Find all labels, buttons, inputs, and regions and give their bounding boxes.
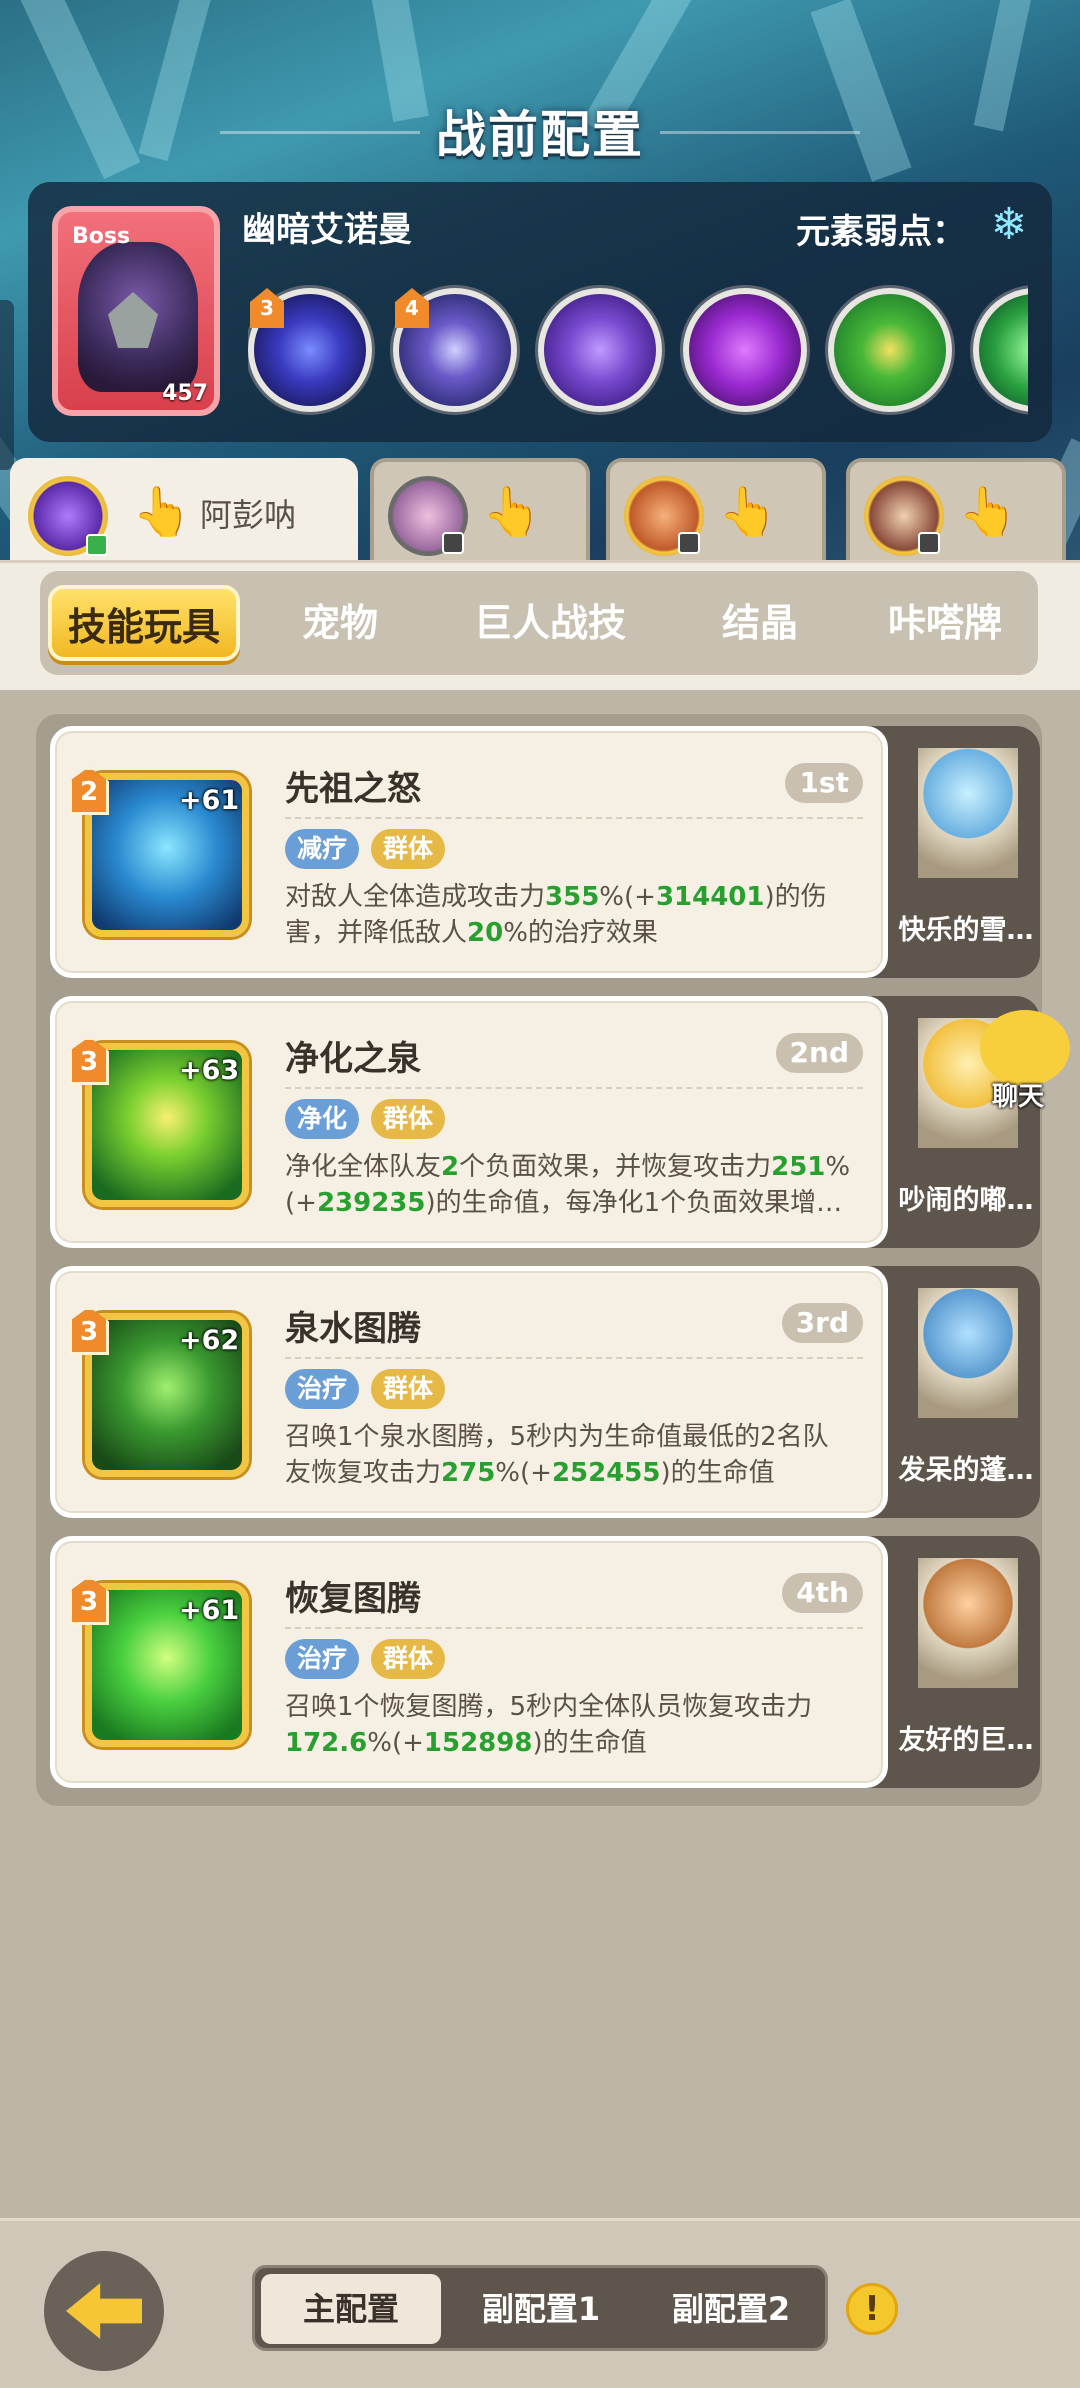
skill-card-main[interactable]: 3 +61 恢复图腾 4th 治疗 群体 召唤1个恢复图腾，5秒内全体队员恢复攻… [50,1536,888,1788]
pet-name: 发呆的蓬… [898,1455,1034,1486]
chat-badge-icon [86,534,108,556]
boss-panel: Boss 457 幽暗艾诺曼 元素弱点： ❄ 3 4 [28,182,1052,442]
chat-label: 聊天 [992,1082,1045,1112]
tab-giant-skills[interactable]: 巨人战技 [440,585,660,661]
skill-plus-value: +63 [179,1055,240,1086]
skill-tag: 治疗 [285,1369,360,1409]
poison-cloud-icon[interactable] [683,288,807,412]
skill-tag: 群体 [371,1639,446,1679]
skill-card-main[interactable]: 2 +61 先祖之怒 1st 减疗 群体 对敌人全体造成攻击力355%(+314… [50,726,888,978]
skill-plus-value: +62 [179,1325,240,1356]
control-badge-icon [678,532,700,554]
pointing-hand-icon: 👆 [958,484,1018,540]
boss-name: 幽暗艾诺曼 [242,210,412,250]
skill-card[interactable]: 3 +63 净化之泉 2nd 净化 群体 净化全体队友2个负面效果，并恢复攻击力… [50,996,1040,1248]
pointing-hand-icon: 👆 [132,484,192,540]
character-tab-1[interactable]: 👆 阿彭呐 [10,458,358,570]
chat-button[interactable]: 聊天 [962,1002,1080,1114]
skill-rank: 4th [782,1573,863,1613]
pet-name: 友好的巨… [898,1725,1034,1756]
skill-description: 对敌人全体造成攻击力355%(+314401)的伤害，并降低敌人20%的治疗效果 [285,882,827,948]
dark-burst-icon[interactable]: 3 [248,288,372,412]
dark-drop-icon[interactable] [538,288,662,412]
weakness-label: 元素弱点： [796,212,966,252]
pet-snow-figure [918,748,1018,878]
skill-tag: 群体 [371,1099,446,1139]
character-tab-4[interactable]: 👆 [846,458,1066,564]
skill-card-main[interactable]: 3 +62 泉水图腾 3rd 治疗 群体 召唤1个泉水图腾，5秒内为生命值最低的… [50,1266,888,1518]
skill-name: 泉水图腾 [285,1309,421,1349]
skill-description: 召唤1个泉水图腾，5秒内为生命值最低的2名队友恢复攻击力275%(+252455… [285,1422,829,1488]
skill-level-badge: 3 [250,288,284,328]
config-sub2-tab[interactable]: 副配置2 [641,2274,821,2344]
snowflake-icon: ❄ [990,199,1028,250]
category-tabs: 技能玩具 宠物 巨人战技 结晶 咔嗒牌 [40,571,1038,675]
divider [285,1087,863,1089]
skill-card-main[interactable]: 3 +63 净化之泉 2nd 净化 群体 净化全体队友2个负面效果，并恢复攻击力… [50,996,888,1248]
skill-rank: 2nd [775,1033,863,1073]
skill-tag: 减疗 [285,829,360,869]
divider [285,817,863,819]
skill-card[interactable]: 2 +61 先祖之怒 1st 减疗 群体 对敌人全体造成攻击力355%(+314… [50,726,1040,978]
skill-card[interactable]: 3 +62 泉水图腾 3rd 治疗 群体 召唤1个泉水图腾，5秒内为生命值最低的… [50,1266,1040,1518]
pet-name: 吵闹的嘟… [898,1185,1034,1216]
character-tab-2[interactable]: 👆 [370,458,590,564]
category-bar: 技能玩具 宠物 巨人战技 结晶 咔嗒牌 [0,560,1080,690]
pet-name: 快乐的雪… [898,915,1034,946]
config-switcher: 主配置 副配置1 副配置2 [252,2265,828,2351]
boss-level: 457 [162,381,208,406]
pet-ram-figure [918,1288,1018,1418]
pointing-hand-icon: 👆 [718,484,778,540]
hourglass-icon[interactable] [828,288,952,412]
skill-rank: 3rd [781,1303,863,1343]
config-main-tab[interactable]: 主配置 [261,2274,441,2344]
pet-giant-figure [918,1558,1018,1688]
skill-tag: 净化 [285,1099,360,1139]
dark-crest-icon[interactable]: 4 [393,288,517,412]
skill-rank: 1st [785,763,863,803]
character-name: 阿彭呐 [200,496,297,534]
control-badge-icon [918,532,940,554]
boss-portrait[interactable]: Boss 457 [52,206,220,416]
skill-plus-value: +61 [179,785,240,816]
boss-skills-row[interactable]: 3 4 [248,284,1028,424]
tab-skill-toys[interactable]: 技能玩具 [48,585,240,661]
partial-skill-icon[interactable] [973,288,1028,412]
skill-tag: 群体 [371,829,446,869]
back-button[interactable] [44,2251,164,2371]
config-sub1-tab[interactable]: 副配置1 [451,2274,631,2344]
divider [285,1627,863,1629]
pet-slot[interactable]: 快乐的雪… [898,726,1034,978]
control-badge-icon [442,532,464,554]
skill-list: 2 +61 先祖之怒 1st 减疗 群体 对敌人全体造成攻击力355%(+314… [36,714,1042,1806]
tab-pets[interactable]: 宠物 [260,585,420,661]
skill-description: 净化全体队友2个负面效果，并恢复攻击力251%(+239235)的生命值，每净化… [285,1152,851,1218]
character-tab-3[interactable]: 👆 [606,458,826,564]
skill-name: 恢复图腾 [285,1579,421,1619]
side-handle [0,300,14,470]
skill-level-badge: 4 [395,288,429,328]
arrow-left-icon [66,2283,142,2339]
skill-tag: 治疗 [285,1639,360,1679]
skill-name: 净化之泉 [285,1039,421,1079]
warning-icon[interactable]: ! [846,2283,898,2335]
skill-plus-value: +61 [179,1595,240,1626]
skill-description: 召唤1个恢复图腾，5秒内全体队员恢复攻击力172.6%(+152898)的生命值 [285,1692,813,1758]
pet-slot[interactable]: 友好的巨… [898,1536,1034,1788]
skill-tag: 群体 [371,1369,446,1409]
boss-tag: Boss [72,224,131,249]
bottom-bar: 主配置 副配置1 副配置2 ! [0,2218,1080,2388]
page-title: 战前配置 [436,106,644,164]
tab-click-cards[interactable]: 咔嗒牌 [860,585,1030,661]
skill-name: 先祖之怒 [285,769,421,809]
skill-card[interactable]: 3 +61 恢复图腾 4th 治疗 群体 召唤1个恢复图腾，5秒内全体队员恢复攻… [50,1536,1040,1788]
divider [285,1357,863,1359]
pet-slot[interactable]: 发呆的蓬… [898,1266,1034,1518]
tab-crystals[interactable]: 结晶 [680,585,840,661]
smiley-face-icon [980,1010,1070,1086]
pointing-hand-icon: 👆 [482,484,542,540]
character-tabs: 👆 阿彭呐 👆 👆 👆 [0,458,1080,570]
